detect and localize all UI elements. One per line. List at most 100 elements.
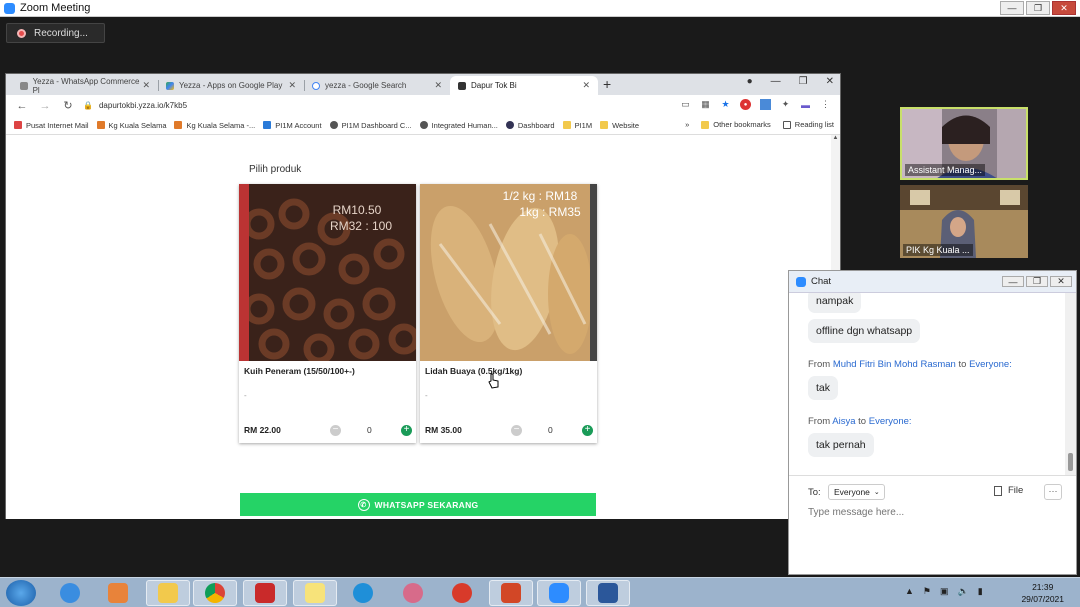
chat-minimize-button[interactable]: — bbox=[1002, 276, 1024, 287]
reading-list-icon bbox=[782, 120, 791, 129]
qr-icon[interactable]: ▦ bbox=[700, 99, 711, 110]
new-tab-button[interactable]: + bbox=[603, 76, 611, 92]
flag-icon[interactable]: ⚑ bbox=[923, 586, 931, 597]
edge-icon bbox=[353, 583, 373, 603]
tray-overflow-icon[interactable]: ▲ bbox=[905, 586, 914, 597]
reload-icon[interactable]: ↻ bbox=[61, 99, 75, 112]
recipient-name[interactable]: Everyone: bbox=[969, 359, 1012, 370]
tab-close-icon[interactable]: ✕ bbox=[288, 80, 296, 91]
bookmark-folder[interactable]: Website bbox=[600, 121, 639, 130]
decrease-quantity-button[interactable]: − bbox=[330, 425, 341, 436]
url-field[interactable]: 🔒 dapurtokbi.yzza.io/k7kb5 bbox=[83, 97, 663, 114]
network-icon[interactable]: ▮ bbox=[978, 586, 983, 597]
tab-close-icon[interactable]: ✕ bbox=[582, 80, 590, 91]
section-title: Pilih produk bbox=[249, 164, 302, 175]
close-button[interactable]: ✕ bbox=[1052, 1, 1076, 15]
folder-icon bbox=[158, 583, 178, 603]
browser-minimize-button[interactable]: — bbox=[771, 76, 781, 87]
browser-window: Yezza - WhatsApp Commerce Pl ✕ Yezza - A… bbox=[5, 73, 841, 519]
scroll-up-icon[interactable]: ▲ bbox=[831, 135, 840, 141]
back-icon[interactable]: ← bbox=[15, 100, 29, 112]
chat-message-input[interactable] bbox=[808, 507, 1058, 518]
browser-restore-button[interactable]: ❐ bbox=[799, 76, 808, 87]
sender-name[interactable]: Muhd Fitri Bin Mohd Rasman bbox=[833, 359, 956, 370]
bookmarks-overflow-button[interactable]: » bbox=[685, 120, 689, 129]
chat-scrollbar[interactable] bbox=[1065, 293, 1076, 475]
bookmark-folder[interactable]: PI1M bbox=[562, 121, 592, 130]
tab-google-play[interactable]: Yezza - Apps on Google Play ✕ bbox=[158, 76, 304, 95]
decrease-quantity-button[interactable]: − bbox=[511, 425, 522, 436]
tab-dapur-tok-bi[interactable]: Dapur Tok Bi ✕ bbox=[450, 76, 598, 95]
more-options-button[interactable]: ··· bbox=[1044, 484, 1062, 500]
tab-close-icon[interactable]: ✕ bbox=[142, 80, 150, 91]
quantity-value: 0 bbox=[367, 425, 372, 435]
whatsapp-order-button[interactable]: ✆ WHATSAPP SEKARANG bbox=[240, 493, 596, 516]
restore-button[interactable]: ❐ bbox=[1026, 1, 1050, 15]
system-tray: ▲ ⚑ ▣ 🔈 ▮ bbox=[905, 586, 983, 597]
participant-video-tile[interactable]: PIK Kg Kuala ... bbox=[900, 185, 1028, 258]
profile-icon[interactable]: ● bbox=[747, 76, 753, 87]
chrome-icon bbox=[205, 583, 225, 603]
recording-indicator[interactable]: Recording... bbox=[6, 23, 105, 43]
taskbar-edge[interactable] bbox=[341, 580, 385, 606]
taskbar-powerpoint[interactable] bbox=[489, 580, 533, 606]
product-image: 1/2 kg : RM18 1kg : RM35 bbox=[420, 184, 597, 361]
taskbar-clock[interactable]: 21:39 29/07/2021 bbox=[1021, 581, 1064, 605]
chat-message: offline dgn whatsapp bbox=[808, 319, 921, 343]
bookmark-item[interactable]: PI1M Dashboard C... bbox=[329, 121, 412, 130]
bookmark-item[interactable]: Kg Kuala Selama bbox=[96, 121, 166, 130]
sender-name[interactable]: Aisya bbox=[832, 416, 855, 427]
globe-icon bbox=[329, 121, 338, 129]
browser-close-button[interactable]: ✕ bbox=[826, 76, 834, 87]
start-button[interactable] bbox=[6, 580, 36, 606]
adblock-icon[interactable]: ● bbox=[740, 99, 751, 110]
bookmark-item[interactable]: Dashboard bbox=[505, 121, 555, 130]
forward-icon[interactable]: → bbox=[38, 100, 52, 112]
bookmark-item[interactable]: PI1M Account bbox=[263, 121, 322, 130]
taskbar-explorer[interactable] bbox=[146, 580, 190, 606]
gmail-icon bbox=[14, 121, 22, 129]
chat-close-button[interactable]: ✕ bbox=[1050, 276, 1072, 287]
recipient-dropdown[interactable]: Everyone ⌄ bbox=[828, 484, 885, 500]
minimize-button[interactable]: — bbox=[1000, 1, 1024, 15]
increase-quantity-button[interactable]: + bbox=[401, 425, 412, 436]
scroll-thumb[interactable] bbox=[1068, 453, 1073, 471]
powerpoint-icon bbox=[501, 583, 521, 603]
taskbar-chrome[interactable] bbox=[193, 580, 237, 606]
menu-icon[interactable]: ⋮ bbox=[820, 99, 831, 110]
extension-new-icon[interactable] bbox=[760, 99, 771, 110]
participant-video-tile[interactable]: Assistant Manag... bbox=[900, 107, 1028, 180]
taskbar-sticky-notes[interactable] bbox=[293, 580, 337, 606]
taskbar-zoom[interactable] bbox=[537, 580, 581, 606]
extensions-icon[interactable]: ✦ bbox=[780, 99, 791, 110]
taskbar-antivirus[interactable] bbox=[440, 580, 484, 606]
message-sender-line: From Aisya to Everyone: bbox=[808, 416, 912, 427]
tab-google-search[interactable]: yezza - Google Search ✕ bbox=[304, 76, 450, 95]
bookmark-item[interactable]: Pusat Internet Mail bbox=[14, 121, 89, 130]
reading-list-button[interactable]: Reading list bbox=[782, 120, 834, 129]
tab-yezza-whatsapp[interactable]: Yezza - WhatsApp Commerce Pl ✕ bbox=[12, 76, 158, 95]
recipient-name[interactable]: Everyone: bbox=[869, 416, 912, 427]
product-card[interactable]: 1/2 kg : RM18 1kg : RM35 Lidah Buaya (0.… bbox=[420, 184, 597, 443]
lock-icon: 🔒 bbox=[83, 101, 93, 110]
bookmark-item[interactable]: Kg Kuala Selama -... bbox=[174, 121, 255, 130]
media-icon[interactable]: ▬ bbox=[800, 99, 811, 110]
bookmark-item[interactable]: Integrated Human... bbox=[419, 121, 498, 130]
other-bookmarks-folder[interactable]: Other bookmarks bbox=[701, 120, 771, 129]
paint-icon bbox=[403, 583, 423, 603]
taskbar-media-player[interactable] bbox=[96, 580, 140, 606]
volume-icon[interactable]: 🔈 bbox=[958, 586, 969, 597]
bookmark-star-icon[interactable]: ★ bbox=[720, 99, 731, 110]
increase-quantity-button[interactable]: + bbox=[582, 425, 593, 436]
cast-icon[interactable]: ▭ bbox=[680, 99, 691, 110]
taskbar-paint[interactable] bbox=[391, 580, 435, 606]
taskbar-word[interactable] bbox=[586, 580, 630, 606]
taskbar-acrobat[interactable] bbox=[243, 580, 287, 606]
security-icon[interactable]: ▣ bbox=[940, 586, 949, 597]
product-card[interactable]: RM10.50 RM32 : 100 Kuih Peneram (15/50/1… bbox=[239, 184, 420, 443]
tab-close-icon[interactable]: ✕ bbox=[434, 80, 442, 91]
chat-restore-button[interactable]: ❐ bbox=[1026, 276, 1048, 287]
taskbar-ie[interactable] bbox=[48, 580, 92, 606]
file-button[interactable]: File bbox=[994, 485, 1023, 496]
svg-text:RM10.50: RM10.50 bbox=[333, 203, 382, 217]
